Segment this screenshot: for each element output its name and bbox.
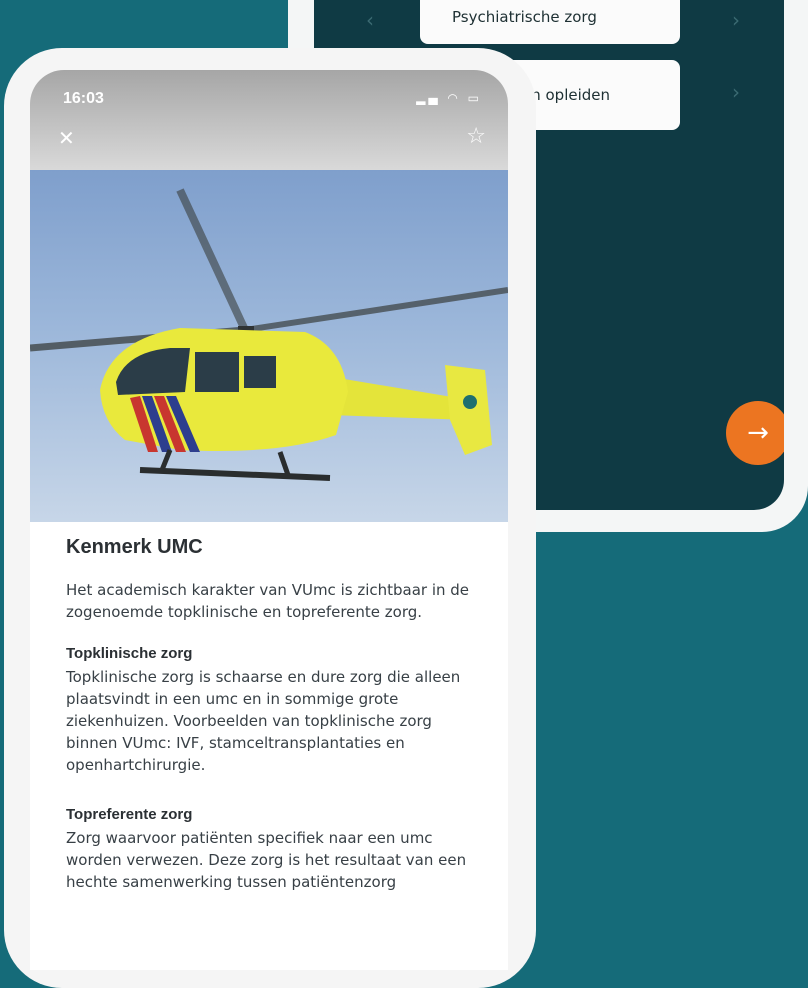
arrow-right-icon: → — [747, 418, 769, 448]
section-body: Topklinische zorg is schaarse en dure zo… — [66, 668, 461, 774]
front-phone: 16:03 ▂▄ ◠ ▭ ✕ ☆ Kenmerk UMC Het academi… — [4, 48, 536, 988]
close-icon[interactable]: ✕ — [58, 126, 75, 150]
section-body: Zorg waarvoor patiënten specifiek naar e… — [66, 829, 467, 891]
helicopter-illustration — [30, 188, 508, 481]
header-bar: 16:03 ▂▄ ◠ ▭ ✕ ☆ — [30, 70, 508, 170]
intro-text: Het academisch karakter van VUmc is zich… — [66, 581, 470, 621]
page-title: Kenmerk UMC — [66, 536, 203, 558]
front-phone-screen: 16:03 ▂▄ ◠ ▭ ✕ ☆ Kenmerk UMC Het academi… — [30, 70, 508, 970]
chevron-right-icon[interactable]: › — [732, 80, 740, 104]
next-button[interactable]: → — [726, 401, 784, 465]
section-heading: Topklinische zorg — [66, 645, 193, 662]
status-time: 16:03 — [63, 90, 104, 107]
section-heading: Topreferente zorg — [66, 806, 193, 823]
chevron-left-icon[interactable]: ‹ — [366, 8, 374, 32]
chevron-right-icon[interactable]: › — [732, 8, 740, 32]
menu-item-psychiatric-care[interactable]: Psychiatrische zorg — [420, 0, 680, 44]
article-content: Kenmerk UMC Het academisch karakter van … — [66, 536, 486, 915]
status-icons: ▂▄ ◠ ▭ — [416, 91, 482, 105]
menu-item-label: Psychiatrische zorg — [452, 8, 597, 26]
star-icon[interactable]: ☆ — [466, 124, 486, 149]
helicopter-photo — [30, 170, 508, 522]
